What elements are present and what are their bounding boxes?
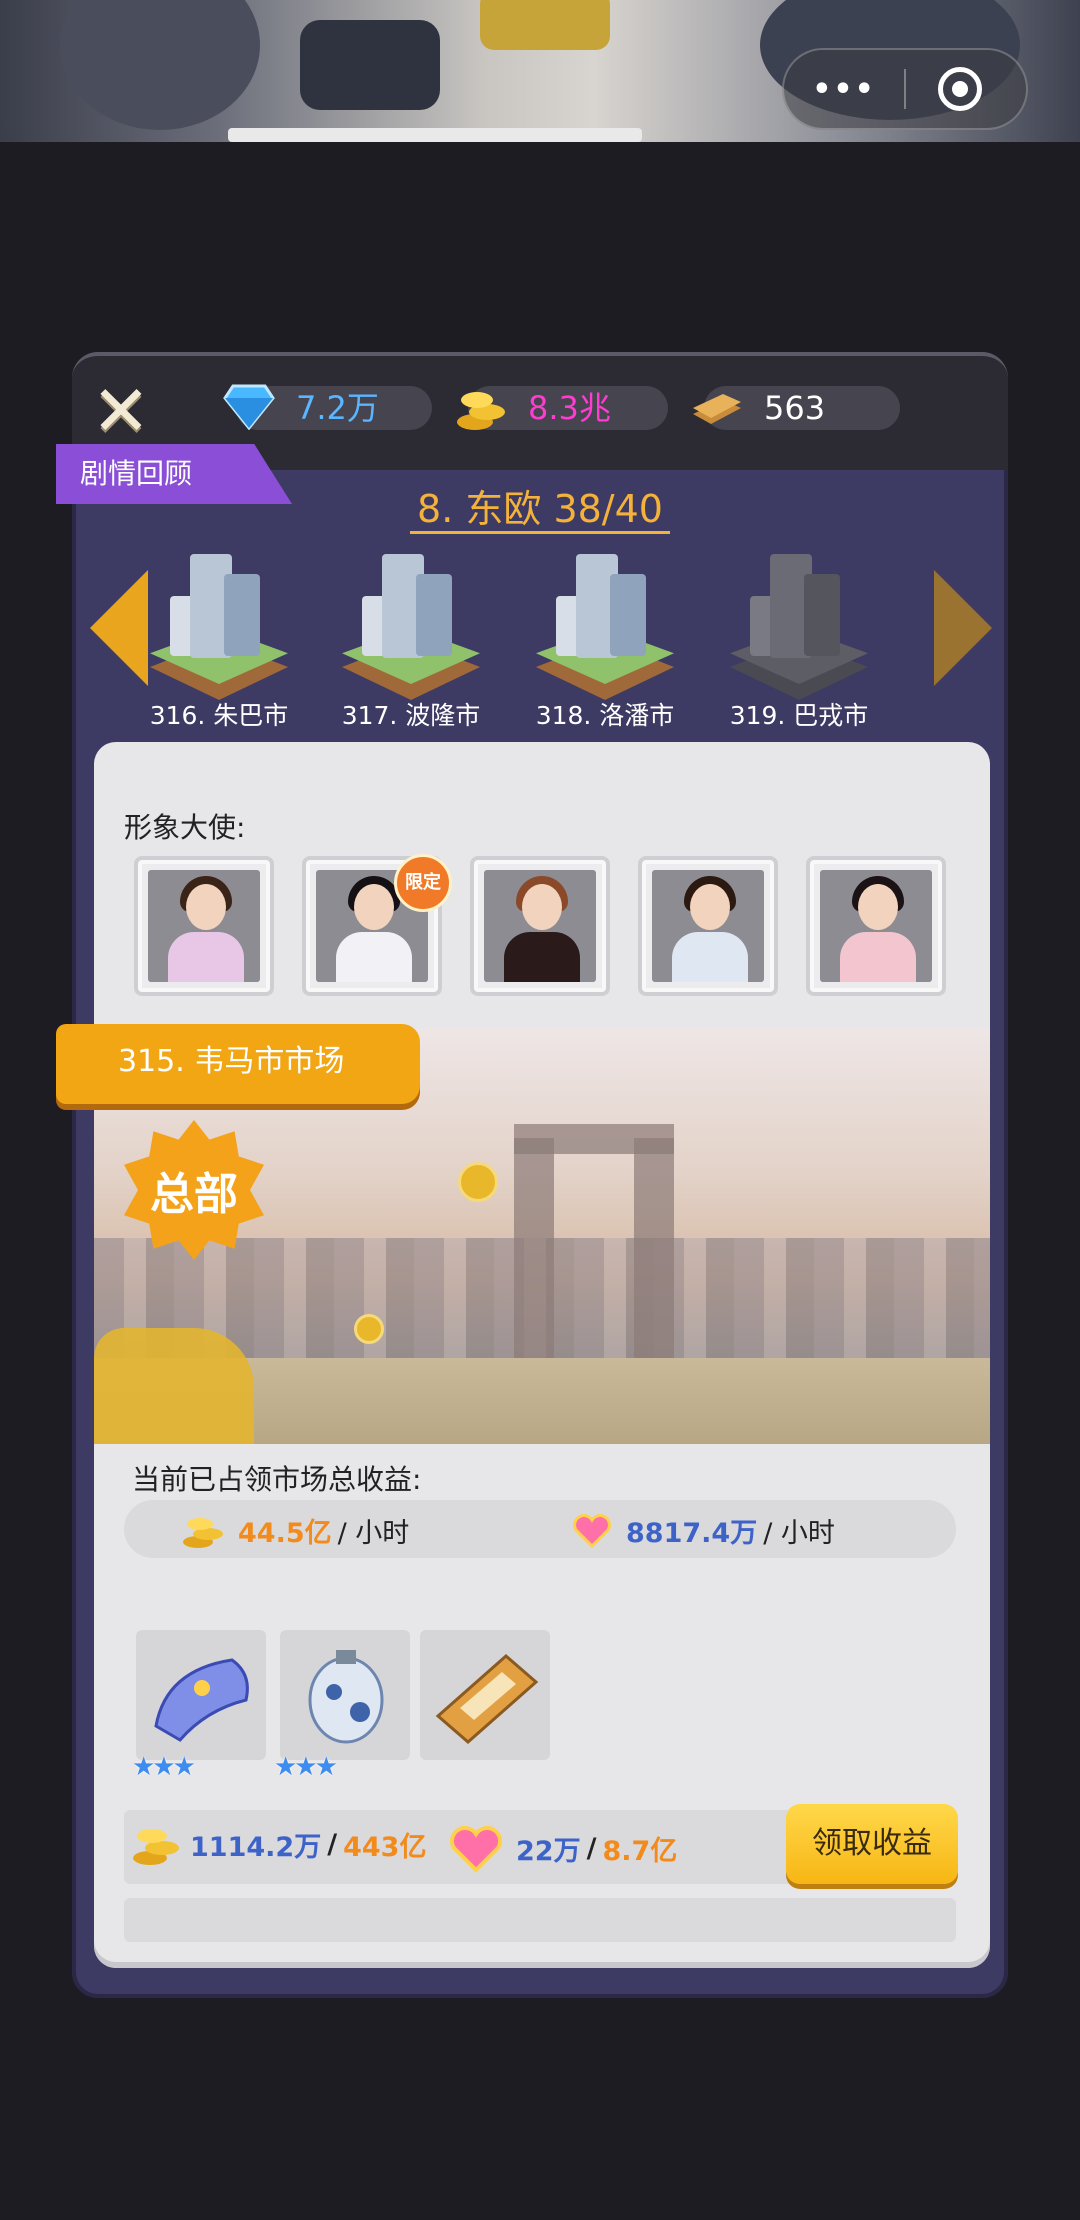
heart-income-unit: / 小时 (763, 1517, 835, 1549)
movie-script-icon[interactable] (420, 1630, 550, 1760)
previous-arrow-icon[interactable] (90, 570, 148, 686)
gold-income: 44.5亿 / 小时 (180, 1510, 409, 1550)
income-title: 当前已占领市场总收益: (132, 1463, 422, 1496)
ambassador-portrait-1[interactable] (134, 856, 274, 996)
floating-coin-icon[interactable] (354, 1314, 384, 1344)
ambassador-title: 形象大使: (124, 811, 246, 844)
city-label: 318. 洛潘市 (535, 701, 675, 730)
diamond-icon (218, 376, 280, 438)
heart-gift-icon (450, 1826, 502, 1873)
heart-reward-current: 22万 (516, 1835, 581, 1867)
gold-bars-icon (686, 376, 748, 438)
diamond-counter: 7.2万 (223, 384, 432, 430)
heart-reward: 22万 / 8.7亿 (444, 1820, 677, 1876)
gold-coins-icon (133, 1829, 179, 1865)
next-arrow-icon[interactable] (934, 570, 992, 686)
gold-income-value: 44.5亿 (238, 1517, 332, 1549)
gold-coins-icon (450, 376, 512, 438)
story-review-button[interactable]: 剧情回顾 (56, 444, 292, 504)
heart-income-value: 8817.4万 (626, 1517, 758, 1549)
city-316-icon[interactable] (144, 540, 294, 720)
gold-reward-current: 1114.2万 (190, 1831, 322, 1863)
city-label: 316. 朱巴市 (149, 701, 289, 730)
collect-income-button[interactable]: 领取收益 (786, 1804, 958, 1884)
gold-value: 8.3兆 (528, 389, 611, 427)
porcelain-vase-icon[interactable] (280, 1630, 410, 1760)
city-label: 319. 巴戎市 (729, 701, 869, 730)
more-button[interactable]: ••• (784, 72, 904, 107)
heart-reward-max: 8.7亿 (602, 1835, 678, 1867)
gold-counter: 8.3兆 (457, 386, 668, 430)
gold-bar-value: 563 (764, 389, 826, 427)
city-label: 317. 波隆市 (341, 701, 481, 730)
heart-gift-icon (573, 1514, 611, 1549)
floating-coin-icon[interactable] (458, 1162, 498, 1202)
home-indicator (228, 128, 642, 142)
close-button[interactable]: ✕ (90, 376, 152, 446)
region-title: 8. 东欧 38/40 (410, 478, 670, 534)
diamond-value: 7.2万 (296, 389, 379, 427)
item-rarity-stars: ★★★ (132, 1752, 196, 1782)
heart-income: 8817.4万 / 小时 (568, 1510, 835, 1550)
gold-reward-max: 443亿 (343, 1831, 427, 1863)
city-317-icon[interactable] (336, 540, 486, 720)
city-318-icon[interactable] (530, 540, 680, 720)
item-rarity-stars: ★★★ (274, 1752, 338, 1782)
ambassador-portrait-5[interactable] (806, 856, 946, 996)
gold-coins-icon (183, 1518, 223, 1548)
blue-bracelet-icon[interactable] (136, 1630, 266, 1760)
ambassador-portrait-4[interactable] (638, 856, 778, 996)
heart-reward-separator: / (586, 1832, 597, 1864)
miniprogram-capsule: ••• (782, 48, 1028, 130)
gold-reward-separator: / (327, 1828, 338, 1860)
target-icon[interactable] (938, 67, 982, 111)
ambassador-portrait-2[interactable]: 限定 (302, 854, 452, 996)
city-319-locked-icon[interactable] (724, 540, 874, 720)
bottom-strip (124, 1898, 956, 1942)
gold-reward: 1114.2万 / 443亿 (130, 1820, 426, 1868)
limited-badge: 限定 (394, 854, 452, 912)
ambassador-portrait-3[interactable] (470, 856, 610, 996)
market-name-ribbon: 315. 韦马市市场 (56, 1024, 420, 1104)
gold-income-unit: / 小时 (337, 1517, 410, 1549)
gold-bar-counter: 563 (693, 386, 900, 430)
